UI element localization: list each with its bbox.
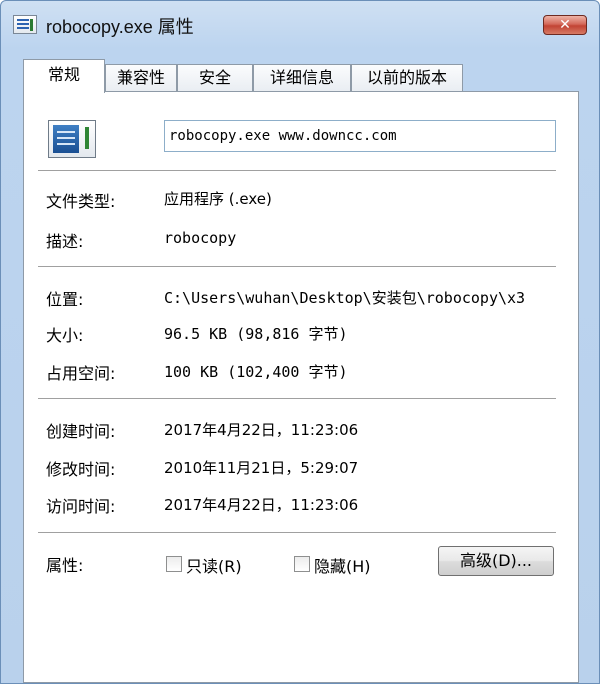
divider xyxy=(38,266,556,270)
properties-window: robocopy.exe 属性 ✕ 常规 兼容性 安全 详细信息 以前的版本 r… xyxy=(0,0,600,684)
size-value: 96.5 KB (98,816 字节) xyxy=(164,325,348,343)
divider xyxy=(38,398,556,402)
size-label: 大小: xyxy=(46,326,84,345)
readonly-label[interactable]: 只读(R) xyxy=(186,553,242,577)
file-name-input[interactable]: robocopy.exe www.downcc.com xyxy=(164,120,556,152)
accessed-value: 2017年4月22日，11:23:06 xyxy=(164,496,359,514)
title-bar[interactable]: robocopy.exe 属性 ✕ xyxy=(1,1,599,49)
location-value[interactable]: C:\Users\wuhan\Desktop\安装包\robocopy\x3 xyxy=(164,287,558,308)
application-exe-icon xyxy=(48,120,96,158)
file-type-value: 应用程序 (.exe) xyxy=(164,190,272,208)
tab-compatibility[interactable]: 兼容性 xyxy=(105,64,177,92)
divider xyxy=(38,170,556,174)
window-title: robocopy.exe 属性 xyxy=(46,17,194,37)
divider xyxy=(38,532,556,536)
modified-label: 修改时间: xyxy=(46,460,116,479)
file-type-label: 文件类型: xyxy=(46,192,116,211)
general-panel: robocopy.exe www.downcc.com 文件类型: 应用程序 (… xyxy=(23,91,579,683)
tab-security[interactable]: 安全 xyxy=(177,64,253,92)
size-on-disk-label: 占用空间: xyxy=(46,364,116,383)
tab-general[interactable]: 常规 xyxy=(23,59,105,93)
location-label: 位置: xyxy=(46,290,84,309)
description-value: robocopy xyxy=(164,229,237,247)
tab-details[interactable]: 详细信息 xyxy=(253,64,351,92)
modified-value: 2010年11月21日，5:29:07 xyxy=(164,459,359,477)
attributes-label: 属性: xyxy=(46,556,84,575)
close-button[interactable]: ✕ xyxy=(543,15,587,35)
description-label: 描述: xyxy=(46,232,84,251)
size-on-disk-value: 100 KB (102,400 字节) xyxy=(164,363,348,381)
created-label: 创建时间: xyxy=(46,422,116,441)
accessed-label: 访问时间: xyxy=(46,497,116,516)
application-icon xyxy=(13,15,37,34)
created-value: 2017年4月22日，11:23:06 xyxy=(164,421,359,439)
advanced-button[interactable]: 高级(D)... xyxy=(438,546,554,576)
hidden-label[interactable]: 隐藏(H) xyxy=(314,553,371,577)
readonly-checkbox[interactable] xyxy=(166,556,182,572)
tab-previous-versions[interactable]: 以前的版本 xyxy=(351,64,463,92)
hidden-checkbox[interactable] xyxy=(294,556,310,572)
